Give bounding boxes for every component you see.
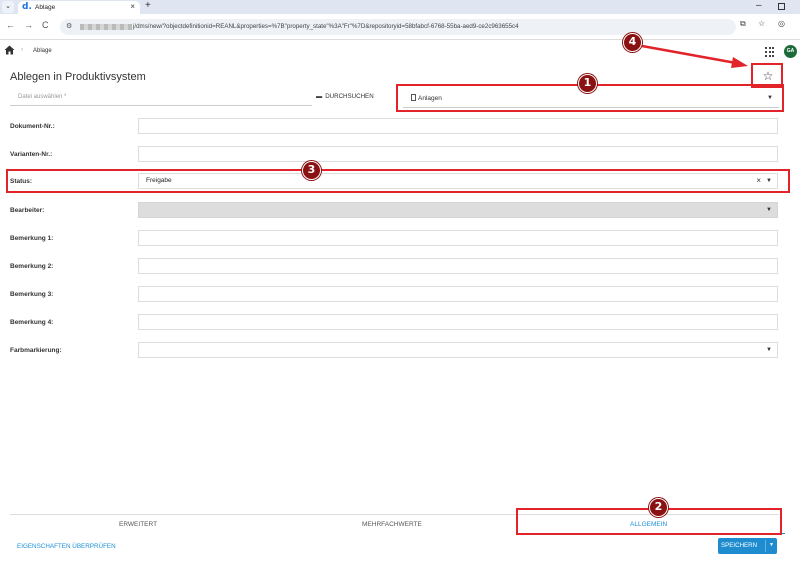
annotation-badge-2: 2 bbox=[649, 498, 668, 517]
annotation-badge-1: 1 bbox=[578, 74, 597, 93]
annotation-arrow bbox=[641, 44, 748, 68]
annotation-badge-3: 3 bbox=[302, 161, 321, 180]
annotation-badge-4: 4 bbox=[623, 33, 642, 52]
